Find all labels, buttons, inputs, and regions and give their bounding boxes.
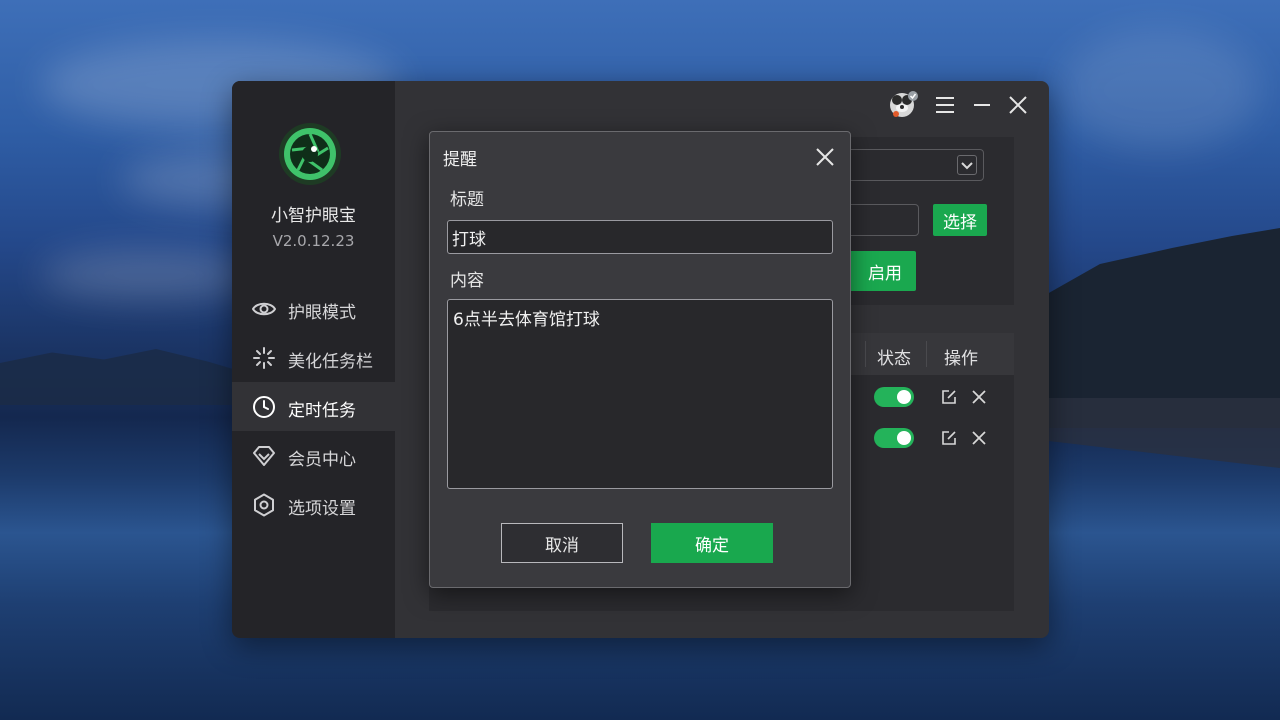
content-field-label: 内容 <box>450 271 484 291</box>
sidebar-item-label: 选项设置 <box>288 499 356 519</box>
title-field-label: 标题 <box>450 190 484 210</box>
app-name: 小智护眼宝 <box>271 206 356 226</box>
select-button[interactable]: 选择 <box>933 204 987 236</box>
clock-icon <box>253 396 275 418</box>
dialog-title: 提醒 <box>443 150 477 170</box>
minimize-icon[interactable] <box>972 95 992 115</box>
sidebar-item-membership[interactable]: 会员中心 <box>232 431 395 480</box>
menu-icon[interactable] <box>934 95 956 115</box>
sidebar: 小智护眼宝 V2.0.12.23 护眼模式 美化任务栏 定时任务 会员中心 选项… <box>232 81 395 638</box>
content-textarea[interactable]: 6点半去体育馆打球 <box>447 299 833 489</box>
file-path-input[interactable] <box>839 204 919 236</box>
sidebar-item-label: 定时任务 <box>288 401 356 421</box>
edit-icon[interactable] <box>940 388 958 406</box>
column-header-actions: 操作 <box>944 349 978 369</box>
diamond-icon <box>253 446 275 466</box>
app-version: V2.0.12.23 <box>272 232 355 250</box>
type-select[interactable] <box>839 149 984 181</box>
hexagon-settings-icon <box>254 493 274 517</box>
edit-icon[interactable] <box>940 429 958 447</box>
sparkle-icon <box>253 347 275 369</box>
reminder-dialog: 提醒 标题 内容 6点半去体育馆打球 取消 确定 <box>429 131 851 588</box>
task-enabled-toggle[interactable] <box>874 428 914 448</box>
delete-icon[interactable] <box>970 388 988 406</box>
sidebar-item-scheduled-tasks[interactable]: 定时任务 <box>232 382 395 431</box>
sidebar-item-label: 护眼模式 <box>288 303 356 323</box>
sidebar-item-taskbar[interactable]: 美化任务栏 <box>232 333 395 382</box>
sidebar-item-label: 会员中心 <box>288 450 356 470</box>
delete-icon[interactable] <box>970 429 988 447</box>
sidebar-item-label: 美化任务栏 <box>288 352 373 372</box>
close-window-icon[interactable] <box>1007 94 1029 116</box>
confirm-button[interactable]: 确定 <box>651 523 773 563</box>
title-input[interactable] <box>447 220 833 254</box>
sidebar-item-eye-mode[interactable]: 护眼模式 <box>232 284 395 333</box>
app-logo-icon <box>279 123 341 185</box>
sidebar-item-settings[interactable]: 选项设置 <box>232 480 395 529</box>
eye-icon <box>252 302 276 316</box>
user-avatar-icon[interactable] <box>886 89 920 119</box>
chevron-down-icon <box>957 155 977 175</box>
cancel-button[interactable]: 取消 <box>501 523 623 563</box>
close-dialog-icon[interactable] <box>814 146 836 168</box>
task-enabled-toggle[interactable] <box>874 387 914 407</box>
column-header-status: 状态 <box>877 349 911 369</box>
